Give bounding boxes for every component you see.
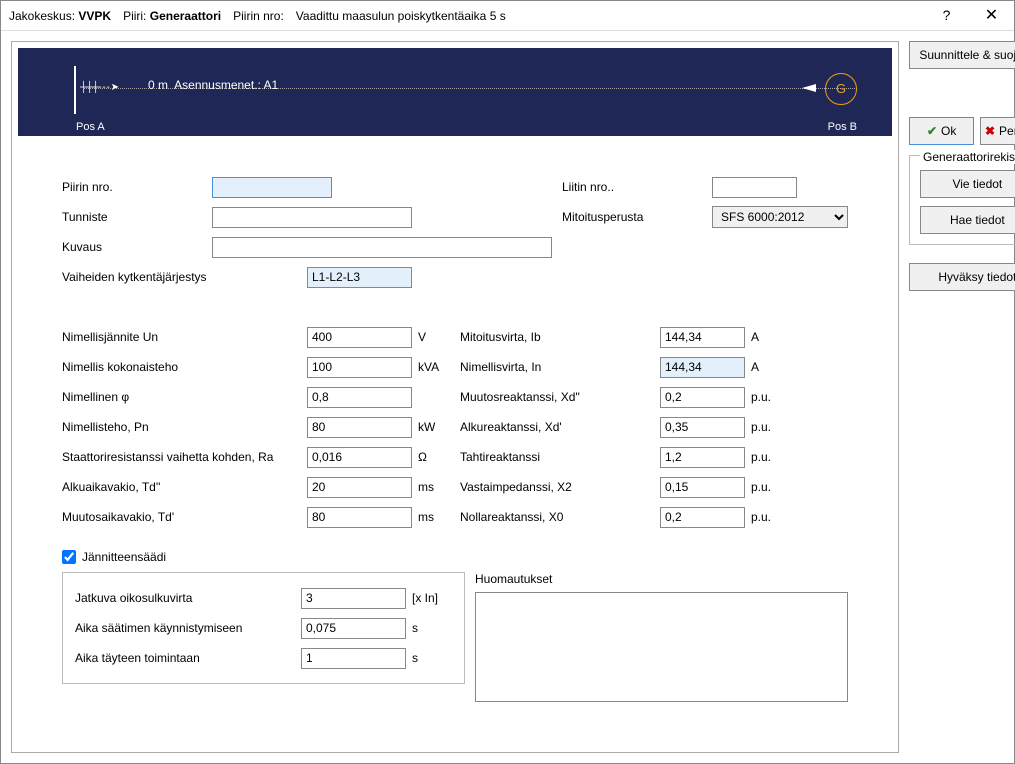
td1-unit: ms (418, 510, 448, 524)
liitin-label: Liitin nro.. (562, 180, 712, 194)
xd2-unit: p.u. (751, 390, 781, 404)
generator-icon: G (825, 73, 857, 105)
hae-tiedot-button[interactable]: Hae tiedot (920, 206, 1015, 234)
pos-a-label: Pos A (76, 121, 105, 133)
pn-unit: kW (418, 420, 448, 434)
pos-b-label: Pos B (828, 121, 857, 133)
gen-rekisteri-title: Generaattorirekisteri (920, 150, 1015, 164)
kokonaisteho-unit: kVA (418, 360, 448, 374)
title-jakokeskus: Jakokeskus: VVPK (9, 9, 111, 23)
jannitteensaadi-checkbox[interactable] (62, 550, 76, 564)
ra-label: Staattoriresistanssi vaihetta kohden, Ra (62, 450, 307, 464)
xd2-input[interactable] (660, 387, 745, 408)
td2-label: Alkuaikavakio, Td'' (62, 480, 307, 494)
pn-label: Nimellisteho, Pn (62, 420, 307, 434)
in-unit: A (751, 360, 781, 374)
phi-label: Nimellinen φ (62, 390, 307, 404)
aika-tayteen-unit: s (412, 651, 442, 665)
liitin-input[interactable] (712, 177, 797, 198)
help-button[interactable]: ? (924, 1, 969, 30)
jatkuva-label: Jatkuva oikosulkuvirta (75, 591, 301, 605)
ib-label: Mitoitusvirta, Ib (460, 330, 660, 344)
xd1-label: Alkureaktanssi, Xd' (460, 420, 660, 434)
x2-unit: p.u. (751, 480, 781, 494)
piirin-nro-label: Piirin nro. (62, 180, 212, 194)
ra-unit: Ω (418, 450, 448, 464)
aika-kaynn-input[interactable] (301, 618, 406, 639)
td2-input[interactable] (307, 477, 412, 498)
tunniste-label: Tunniste (62, 210, 212, 224)
jatkuva-input[interactable] (301, 588, 406, 609)
in-input[interactable] (660, 357, 745, 378)
td1-label: Muutosaikavakio, Td' (62, 510, 307, 524)
tunniste-input[interactable] (212, 207, 412, 228)
aika-kaynn-unit: s (412, 621, 442, 635)
jannitteensaadi-label: Jännitteensäädi (82, 550, 166, 564)
ib-unit: A (751, 330, 781, 344)
un-input[interactable] (307, 327, 412, 348)
tahti-input[interactable] (660, 447, 745, 468)
piirin-nro-input[interactable] (212, 177, 332, 198)
xd1-unit: p.u. (751, 420, 781, 434)
kokonaisteho-label: Nimellis kokonaisteho (62, 360, 307, 374)
ra-input[interactable] (307, 447, 412, 468)
aika-tayteen-label: Aika täyteen toimintaan (75, 651, 301, 665)
ok-button[interactable]: ✔Ok (909, 117, 974, 145)
kokonaisteho-input[interactable] (307, 357, 412, 378)
title-vaadittu: Vaadittu maasulun poiskytkentäaika 5 s (296, 9, 506, 23)
tahti-label: Tahtireaktanssi (460, 450, 660, 464)
in-label: Nimellisvirta, In (460, 360, 660, 374)
title-piiri: Piiri: Generaattori (123, 9, 221, 23)
un-label: Nimellisjännite Un (62, 330, 307, 344)
xd1-input[interactable] (660, 417, 745, 438)
tahti-unit: p.u. (751, 450, 781, 464)
kuvaus-label: Kuvaus (62, 240, 212, 254)
huomautukset-label: Huomautukset (475, 572, 848, 586)
x2-label: Vastaimpedanssi, X2 (460, 480, 660, 494)
connection-diagram: ┼┼┼- - - ➤ 0 m Asennusmenet.: A1 G Pos A… (18, 48, 892, 136)
x0-unit: p.u. (751, 510, 781, 524)
check-icon: ✔ (927, 124, 937, 138)
kuvaus-input[interactable] (212, 237, 552, 258)
vaiheet-label: Vaiheiden kytkentäjärjestys (62, 270, 307, 284)
phi-input[interactable] (307, 387, 412, 408)
aika-kaynn-label: Aika säätimen käynnistymiseen (75, 621, 301, 635)
td1-input[interactable] (307, 507, 412, 528)
peruuta-button[interactable]: ✖Peruuta (980, 117, 1015, 145)
x2-input[interactable] (660, 477, 745, 498)
gen-rekisteri-group: Generaattorirekisteri Vie tiedot Hae tie… (909, 155, 1015, 245)
hyvaksy-tiedot-button[interactable]: Hyväksy tiedot (909, 263, 1015, 291)
x0-label: Nollareaktanssi, X0 (460, 510, 660, 524)
titlebar: Jakokeskus: VVPK Piiri: Generaattori Pii… (1, 1, 1014, 31)
un-unit: V (418, 330, 448, 344)
ib-input[interactable] (660, 327, 745, 348)
mitoitusperusta-label: Mitoitusperusta (562, 210, 712, 224)
suunnittele-button[interactable]: Suunnittele & suojaus (909, 41, 1015, 69)
x-icon: ✖ (985, 124, 995, 138)
xd2-label: Muutosreaktanssi, Xd'' (460, 390, 660, 404)
td2-unit: ms (418, 480, 448, 494)
vaiheet-input[interactable] (307, 267, 412, 288)
aika-tayteen-input[interactable] (301, 648, 406, 669)
jatkuva-unit: [x In] (412, 591, 452, 605)
vie-tiedot-button[interactable]: Vie tiedot (920, 170, 1015, 198)
pn-input[interactable] (307, 417, 412, 438)
huomautukset-textarea[interactable] (475, 592, 848, 702)
arrow-icon (802, 84, 816, 92)
title-piirin-nro: Piirin nro: (233, 9, 284, 23)
mitoitusperusta-select[interactable]: SFS 6000:2012 (712, 206, 848, 228)
x0-input[interactable] (660, 507, 745, 528)
close-button[interactable]: ✕ (969, 1, 1014, 30)
